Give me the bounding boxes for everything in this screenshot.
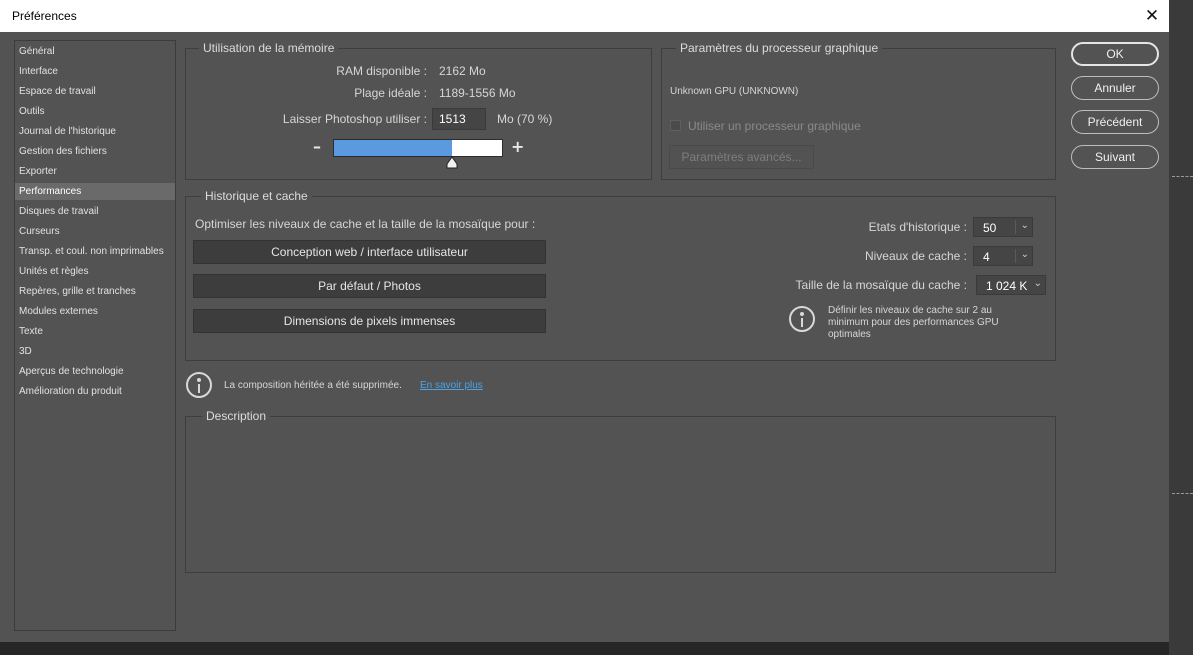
sidebar-item[interactable]: Curseurs [15, 223, 175, 240]
cache-preset-huge-pixels-button[interactable]: Dimensions de pixels immenses [193, 309, 546, 333]
cache-tile-size-label: Taille de la mosaïque du cache : [795, 278, 967, 292]
chevron-down-icon: ⌄ [1020, 220, 1029, 231]
cache-levels-dropdown[interactable]: 4 ⌄ [973, 246, 1033, 266]
dialog-title: Préférences [12, 9, 77, 23]
cache-preset-web-ui-button[interactable]: Conception web / interface utilisateur [193, 240, 546, 264]
cache-levels-label: Niveaux de cache : [864, 249, 967, 263]
cache-hint-line-1: Définir les niveaux de cache sur 2 au [828, 305, 992, 316]
gpu-settings-title: Paramètres du processeur graphique [676, 41, 883, 55]
dropdown-separator [1015, 220, 1016, 234]
guide-line [1172, 493, 1193, 494]
ideal-range-value: 1189-1556 Mo [439, 86, 516, 100]
memory-slider[interactable] [333, 139, 503, 157]
background-canvas [1169, 0, 1193, 655]
sidebar-item[interactable]: Journal de l'historique [15, 123, 175, 140]
learn-more-link[interactable]: En savoir plus [420, 380, 483, 391]
chevron-down-icon: ⌄ [1020, 249, 1029, 260]
cache-tile-size-value: 1 024 K [986, 279, 1028, 293]
legacy-compositing-notice: La composition héritée a été supprimée. [224, 380, 402, 391]
next-button[interactable]: Suivant [1071, 145, 1159, 169]
slider-handle-icon[interactable] [446, 157, 458, 169]
previous-button[interactable]: Précédent [1071, 110, 1159, 134]
ram-available-label: RAM disponible : [336, 64, 427, 78]
increase-memory-button[interactable]: + [511, 137, 524, 156]
ok-button[interactable]: OK [1071, 42, 1159, 66]
info-icon [789, 306, 815, 332]
optimize-cache-label: Optimiser les niveaux de cache et la tai… [195, 217, 536, 231]
ram-available-value: 2162 Mo [439, 64, 486, 78]
use-gpu-checkbox[interactable] [670, 120, 681, 131]
history-states-dropdown[interactable]: 50 ⌄ [973, 217, 1033, 237]
history-cache-title: Historique et cache [201, 189, 312, 203]
close-icon[interactable]: ✕ [1138, 3, 1166, 29]
cache-tile-size-dropdown[interactable]: 1 024 K ⌄ [976, 275, 1046, 295]
use-gpu-label: Utiliser un processeur graphique [688, 119, 861, 133]
sidebar-item[interactable]: Disques de travail [15, 203, 175, 220]
cache-preset-default-photos-button[interactable]: Par défaut / Photos [193, 274, 546, 298]
dropdown-separator [1015, 249, 1016, 263]
sidebar-item[interactable]: Outils [15, 103, 175, 120]
memory-usage-title: Utilisation de la mémoire [199, 41, 339, 55]
sidebar-item[interactable]: Gestion des fichiers [15, 143, 175, 160]
chevron-down-icon: ⌄ [1033, 278, 1042, 289]
memory-amount-input[interactable]: 1513 [432, 108, 486, 130]
decrease-memory-button[interactable]: – [313, 137, 321, 156]
preferences-dialog: Préférences ✕ Général Interface Espace de … [0, 0, 1169, 642]
cancel-button[interactable]: Annuler [1071, 76, 1159, 100]
advanced-settings-button[interactable]: Paramètres avancés... [669, 145, 814, 169]
sidebar-item[interactable]: Interface [15, 63, 175, 80]
guide-line [1172, 176, 1193, 177]
sidebar-item[interactable]: Modules externes [15, 303, 175, 320]
sidebar-item[interactable]: Espace de travail [15, 83, 175, 100]
sidebar-item[interactable]: Transp. et coul. non imprimables [15, 243, 175, 260]
background-strip [0, 642, 1193, 655]
sidebar-item[interactable]: Repères, grille et tranches [15, 283, 175, 300]
memory-amount-unit: Mo (70 %) [497, 112, 553, 126]
sidebar-item[interactable]: 3D [15, 343, 175, 360]
memory-slider-fill [334, 140, 452, 156]
gpu-name: Unknown GPU (UNKNOWN) [670, 86, 799, 97]
photoshop-use-label: Laisser Photoshop utiliser : [282, 112, 427, 126]
sidebar-item[interactable]: Texte [15, 323, 175, 340]
ideal-range-label: Plage idéale : [354, 86, 427, 100]
cache-levels-value: 4 [983, 250, 990, 264]
sidebar-item[interactable]: Unités et règles [15, 263, 175, 280]
description-title: Description [202, 409, 271, 423]
sidebar-item[interactable]: Général [15, 43, 175, 60]
cache-hint-line-3: optimales [828, 329, 871, 340]
info-icon [186, 372, 212, 398]
sidebar-item[interactable]: Amélioration du produit [15, 383, 175, 400]
sidebar-item[interactable]: Exporter [15, 163, 175, 180]
history-states-value: 50 [983, 221, 997, 235]
title-bar: Préférences ✕ [0, 0, 1169, 32]
history-states-label: Etats d'historique : [868, 220, 967, 234]
category-list: Général Interface Espace de travail Outils J… [14, 40, 176, 631]
description-group [185, 416, 1056, 573]
sidebar-item[interactable]: Aperçus de technologie [15, 363, 175, 380]
sidebar-item[interactable]: Performances [15, 183, 175, 200]
cache-hint-line-2: minimum pour des performances GPU [828, 317, 999, 328]
